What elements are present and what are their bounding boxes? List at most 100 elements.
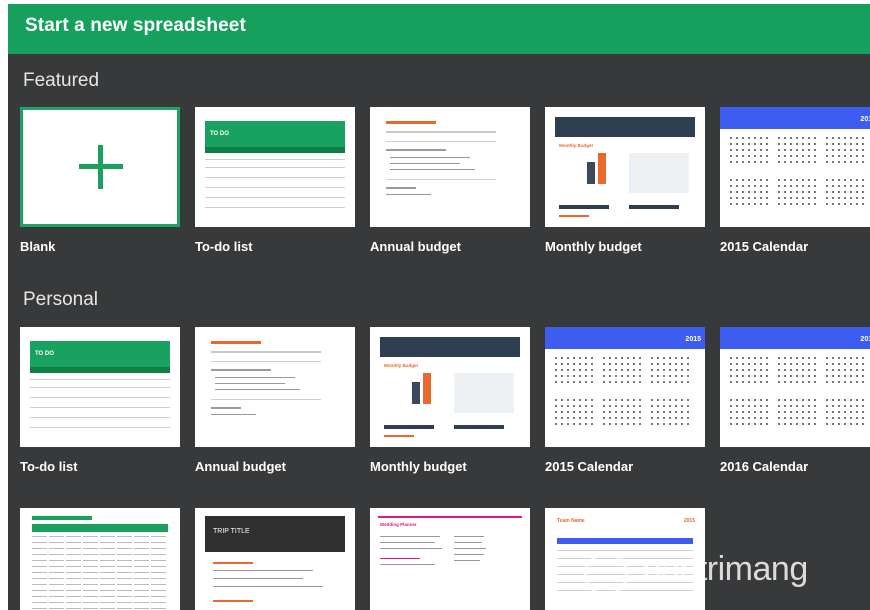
calendar-day-dot [802, 369, 804, 371]
schedule-cell [83, 548, 98, 549]
calendar-day-dot [754, 143, 756, 145]
calendar-day-dot [754, 185, 756, 187]
calendar-day-dot [832, 203, 834, 205]
schedule-cell [134, 560, 149, 561]
calendar-day-dot [748, 357, 750, 359]
calendar-day-dot [844, 381, 846, 383]
calendar-day-dot [627, 369, 629, 371]
calendar-day-dot [736, 411, 738, 413]
calendar-day-dot [766, 191, 768, 193]
calendar-day-dot [760, 411, 762, 413]
calendar-day-dot [862, 191, 864, 193]
calendar-day-dot [567, 369, 569, 371]
template-todo-list[interactable]: TO DO To-do list [20, 327, 180, 474]
schedule-cell [151, 554, 166, 555]
calendar-day-dot [621, 417, 623, 419]
calendar-day-dot [627, 411, 629, 413]
thumb-subheader [30, 367, 170, 373]
calendar-day-dot [754, 357, 756, 359]
schedule-cell [66, 572, 81, 573]
template-monthly-budget[interactable]: Monthly Budget Monthly budget [545, 107, 705, 254]
calendar-day-dot [687, 405, 689, 407]
calendar-day-dot [784, 143, 786, 145]
calendar-day-dot [742, 417, 744, 419]
thumb-progress-bar [559, 205, 609, 209]
calendar-day-dot [862, 381, 864, 383]
schedule-cell [151, 560, 166, 561]
calendar-day-dot [567, 363, 569, 365]
calendar-day-dot [573, 405, 575, 407]
calendar-day-dot [748, 143, 750, 145]
template-label: To-do list [195, 239, 253, 254]
calendar-day-dot [748, 405, 750, 407]
thumb-title: TRIP TITLE [213, 528, 250, 535]
calendar-day-dot [573, 369, 575, 371]
thumb-summary-box [454, 373, 514, 413]
template-label: Monthly budget [370, 459, 467, 474]
template-wedding-planner[interactable]: Wedding Planner [370, 508, 530, 610]
schedule-cell [66, 590, 81, 591]
calendar-day-dot [778, 161, 780, 163]
calendar-day-dot [555, 357, 557, 359]
schedule-cell [32, 566, 47, 567]
template-schedule[interactable] [20, 508, 180, 610]
schedule-cell [134, 578, 149, 579]
calendar-day-dot [826, 185, 828, 187]
calendar-day-dot [766, 197, 768, 199]
thumb-text-line [213, 570, 313, 571]
template-thumbnail [195, 327, 355, 447]
schedule-cell [151, 584, 166, 585]
calendar-day-dot [651, 357, 653, 359]
calendar-day-dot [736, 375, 738, 377]
calendar-day-dot [826, 405, 828, 407]
calendar-day-dot [742, 423, 744, 425]
calendar-day-dot [796, 149, 798, 151]
calendar-day-dot [748, 363, 750, 365]
calendar-day-dot [633, 405, 635, 407]
calendar-day-dot [742, 405, 744, 407]
template-label: 2015 Calendar [720, 239, 809, 254]
calendar-day-dot [850, 137, 852, 139]
calendar-day-dot [802, 399, 804, 401]
template-2015-calendar[interactable]: 2015 2015 Calendar [545, 327, 705, 474]
calendar-day-dot [826, 191, 828, 193]
calendar-day-dot [766, 417, 768, 419]
calendar-day-dot [585, 357, 587, 359]
thumb-rule [211, 399, 321, 400]
calendar-day-dot [567, 405, 569, 407]
thumb-text-line [211, 351, 321, 353]
template-monthly-budget[interactable]: Monthly Budget Monthly budget [370, 327, 530, 474]
calendar-day-dot [802, 381, 804, 383]
template-annual-budget[interactable]: Annual budget [370, 107, 530, 254]
template-todo-list[interactable]: TO DO To-do list [195, 107, 355, 254]
template-blank[interactable]: Blank [20, 107, 180, 254]
calendar-day-dot [681, 423, 683, 425]
schedule-cell [83, 602, 98, 603]
thumb-row [30, 387, 170, 388]
calendar-day-dot [736, 363, 738, 365]
calendar-day-dot [669, 357, 671, 359]
template-travel-planner[interactable]: TRIP TITLE [195, 508, 355, 610]
template-2016-calendar[interactable]: 2016 2016 Calendar [720, 327, 870, 474]
template-annual-budget[interactable]: Annual budget [195, 327, 355, 474]
calendar-day-dot [832, 137, 834, 139]
calendar-day-dot [633, 417, 635, 419]
calendar-day-dot [814, 155, 816, 157]
thumb-title-bar [211, 341, 261, 344]
calendar-day-dot [766, 203, 768, 205]
calendar-day-dot [609, 423, 611, 425]
calendar-day-dot [633, 375, 635, 377]
calendar-day-dot [621, 399, 623, 401]
calendar-day-dot [808, 417, 810, 419]
calendar-day-dot [573, 363, 575, 365]
calendar-day-dot [760, 381, 762, 383]
thumb-accent-line [384, 435, 414, 437]
calendar-day-dot [748, 179, 750, 181]
calendar-day-dot [633, 411, 635, 413]
calendar-day-dot [561, 375, 563, 377]
calendar-day-dot [814, 143, 816, 145]
calendar-day-dot [736, 185, 738, 187]
calendar-day-dot [681, 375, 683, 377]
template-2015-calendar[interactable]: 2015 2015 Calendar [720, 107, 870, 254]
calendar-day-dot [856, 179, 858, 181]
